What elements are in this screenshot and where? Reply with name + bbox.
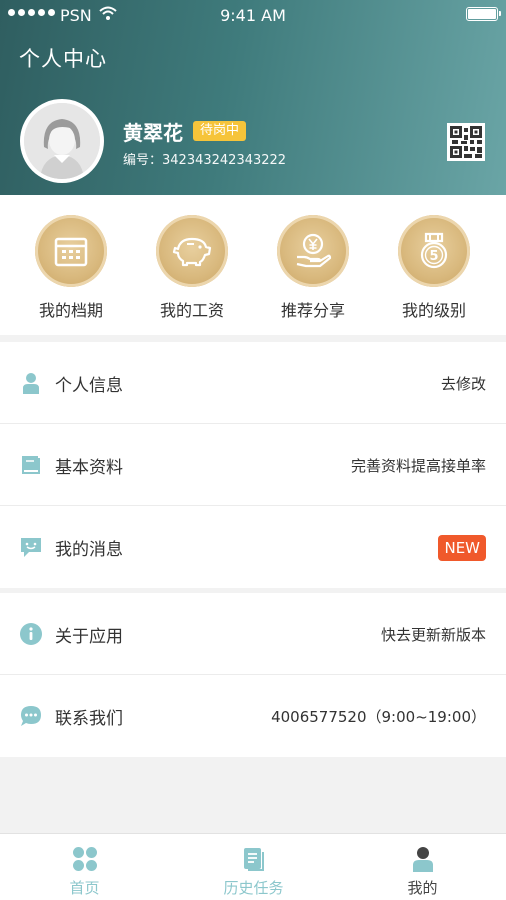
shortcut-label: 我的档期	[38, 301, 103, 320]
battery-icon	[466, 7, 501, 21]
profile-header: PSN 9:41 AM 个人中心 黄翠花 待岗中 编号：342343242343…	[0, 0, 506, 195]
document-icon	[243, 848, 264, 871]
info-icon	[20, 623, 42, 645]
avatar-placeholder-icon	[24, 103, 100, 179]
shortcut-label: 我的级别	[401, 301, 466, 320]
tab-label: 我的	[407, 879, 438, 897]
menu-group-app: 关于应用 快去更新新版本 联系我们 4006577520（9:00~19:00）	[0, 593, 506, 757]
tab-history[interactable]: 历史任务	[169, 834, 338, 900]
piggy-bank-icon	[156, 215, 228, 287]
menu-item-title: 联系我们	[55, 709, 123, 729]
user-name: 黄翠花	[123, 121, 183, 145]
shortcut-bar: 我的档期 我的工资 推荐分享 5 我的级别	[0, 195, 506, 335]
person-icon	[23, 373, 39, 394]
status-bar: PSN 9:41 AM	[0, 0, 506, 32]
tab-bar: 首页 历史任务 我的	[0, 833, 506, 900]
tab-home[interactable]: 首页	[0, 834, 169, 900]
qr-code-icon[interactable]	[447, 123, 485, 161]
medal-icon: 5	[398, 215, 470, 287]
shortcut-salary[interactable]: 我的工资	[132, 215, 252, 321]
tab-label: 历史任务	[223, 879, 284, 897]
menu-item-personal-info[interactable]: 个人信息 去修改	[0, 342, 506, 424]
avatar[interactable]	[20, 99, 104, 183]
menu-item-value: 去修改	[440, 375, 486, 393]
tab-mine[interactable]: 我的	[338, 834, 506, 900]
shortcut-label: 我的工资	[159, 301, 224, 320]
user-icon	[412, 847, 433, 872]
status-badge: 待岗中	[193, 121, 247, 141]
menu-item-value: 4006577520（9:00~19:00）	[271, 708, 486, 726]
svg-text:5: 5	[429, 249, 438, 264]
menu-item-title: 关于应用	[55, 627, 123, 647]
menu-item-value: 完善资料提高接单率	[350, 457, 486, 475]
shortcut-label: 推荐分享	[280, 301, 345, 320]
home-grid-icon	[72, 847, 97, 871]
yuan-hand-icon	[277, 215, 349, 287]
menu-item-about[interactable]: 关于应用 快去更新新版本	[0, 593, 506, 675]
status-time: 9:41 AM	[220, 6, 286, 25]
message-icon	[21, 538, 41, 557]
menu-item-value: 快去更新新版本	[380, 626, 486, 644]
menu-item-contact[interactable]: 联系我们 4006577520（9:00~19:00）	[0, 675, 506, 757]
chat-icon	[21, 706, 41, 726]
menu-item-title: 个人信息	[55, 376, 123, 396]
user-id: 编号：342343242343222	[123, 153, 287, 168]
menu-group-account: 个人信息 去修改 基本资料 完善资料提高接单率 我的消息 NEW	[0, 342, 506, 588]
new-badge: NEW	[438, 535, 486, 561]
page-title: 个人中心	[19, 47, 107, 71]
menu-item-title: 基本资料	[55, 458, 123, 478]
shortcut-level[interactable]: 5 我的级别	[374, 215, 494, 321]
calendar-icon	[35, 215, 107, 287]
tab-label: 首页	[69, 879, 100, 897]
menu-item-messages[interactable]: 我的消息 NEW	[0, 506, 506, 588]
menu-item-title: 我的消息	[55, 540, 123, 560]
menu-item-basic-profile[interactable]: 基本资料 完善资料提高接单率	[0, 424, 506, 506]
book-icon	[22, 456, 40, 474]
shortcut-share[interactable]: 推荐分享	[253, 215, 373, 321]
shortcut-schedule[interactable]: 我的档期	[11, 215, 131, 321]
